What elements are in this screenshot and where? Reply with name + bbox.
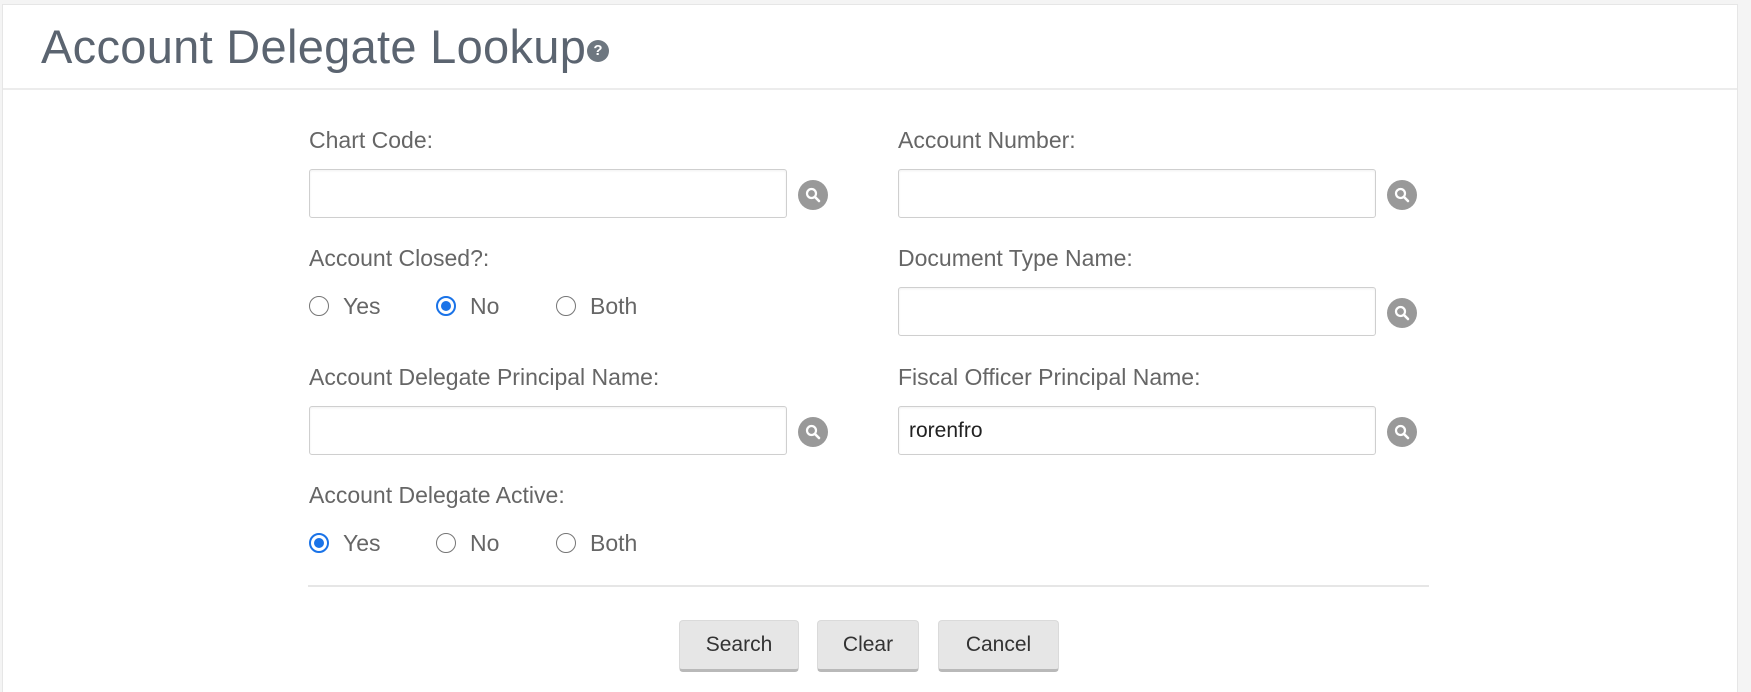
radio-label: Both [590,530,638,556]
account-number-label: Account Number: [898,127,1076,153]
account-number-lookup-search-icon[interactable] [1387,180,1417,210]
chart-code-label: Chart Code: [309,127,434,153]
account-number-input[interactable] [898,169,1376,218]
page-header: Account Delegate Lookup ? [3,5,1737,90]
radio-circle-selected[interactable] [309,533,329,553]
radio-circle[interactable] [309,296,329,316]
page-title: Account Delegate Lookup [41,20,587,73]
account-closed-radio-group: Yes No Both [309,293,669,323]
clear-button[interactable]: Clear [817,620,919,672]
radio-circle-selected[interactable] [436,296,456,316]
document-type-name-label: Document Type Name: [898,245,1133,271]
document-type-name-input[interactable] [898,287,1376,336]
question-circle-icon[interactable]: ? [587,40,609,62]
radio-label: No [470,293,500,319]
lookup-panel: Account Delegate Lookup ? [2,4,1738,692]
cancel-button[interactable]: Cancel [938,620,1059,672]
radio-circle[interactable] [556,533,576,553]
delegate-principal-lookup-search-icon[interactable] [798,417,828,447]
delegate-active-label: Account Delegate Active: [309,482,565,508]
radio-circle[interactable] [436,533,456,553]
delegate-principal-name-label: Account Delegate Principal Name: [309,364,660,390]
fiscal-officer-lookup-search-icon[interactable] [1387,417,1417,447]
account-closed-label: Account Closed?: [309,245,490,271]
chart-code-input[interactable] [309,169,787,218]
radio-label: No [470,530,500,556]
chart-code-lookup-search-icon[interactable] [798,180,828,210]
delegate-active-radio-group: Yes No Both [309,530,669,560]
radio-label: Yes [343,530,381,556]
document-type-lookup-search-icon[interactable] [1387,298,1417,328]
fiscal-officer-principal-name-label: Fiscal Officer Principal Name: [898,364,1201,390]
delegate-principal-name-input[interactable] [309,406,787,455]
search-button[interactable]: Search [679,620,799,672]
radio-label: Yes [343,293,381,319]
radio-circle[interactable] [556,296,576,316]
fiscal-officer-principal-name-input[interactable] [898,406,1376,455]
radio-label: Both [590,293,638,319]
form-divider [308,585,1429,587]
